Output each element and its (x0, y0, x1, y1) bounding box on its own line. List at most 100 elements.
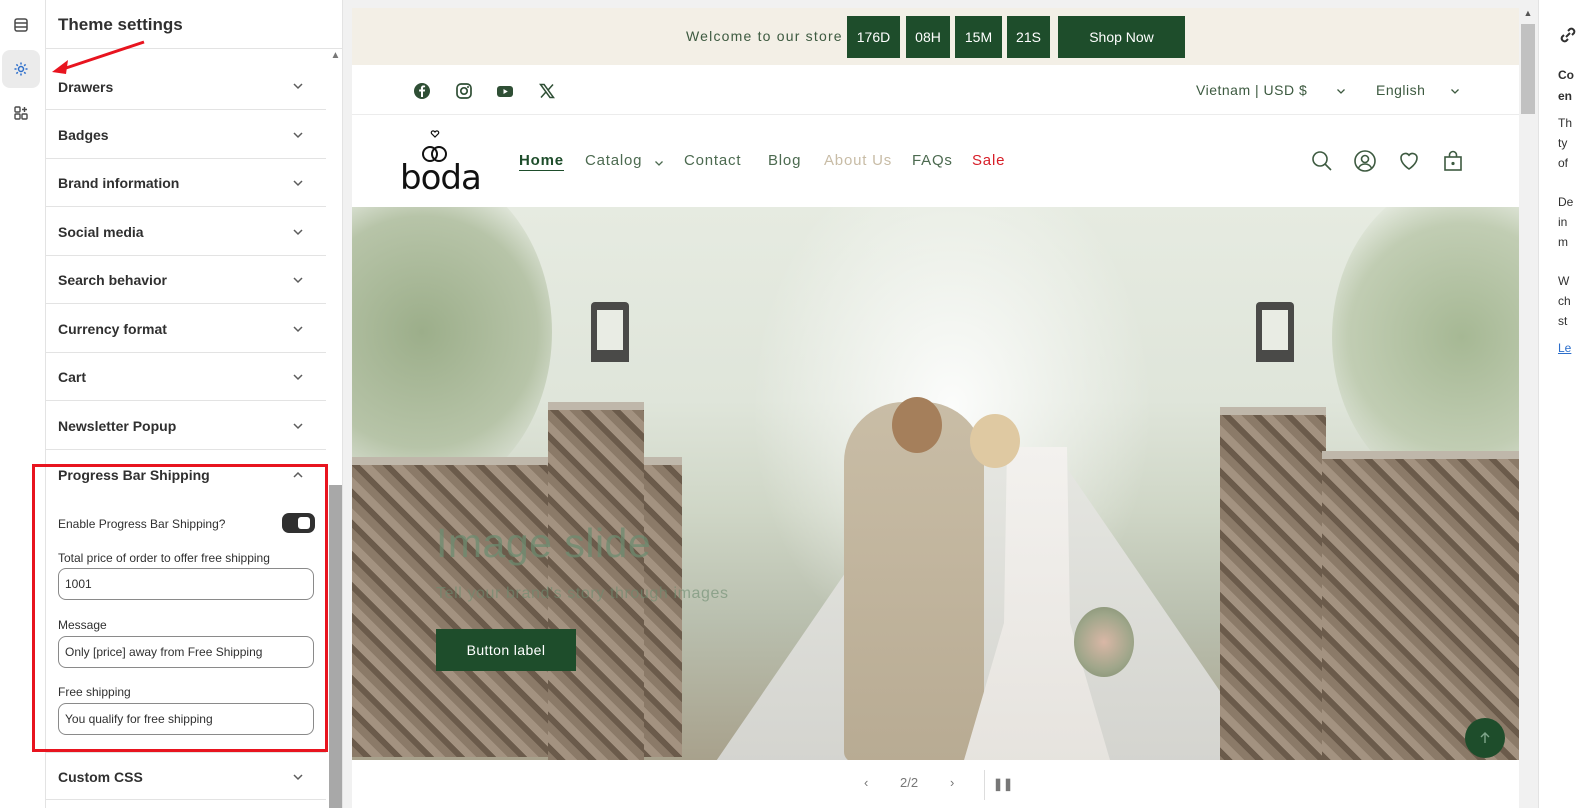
preview-scrollbar-track[interactable] (1519, 8, 1538, 808)
chevron-down-icon (293, 774, 303, 781)
hero-image-bouquet (1074, 607, 1134, 677)
nav-about-us[interactable]: About Us (824, 152, 892, 169)
scroll-up-icon[interactable]: ▲ (329, 50, 342, 64)
hero-image-groom (844, 402, 984, 760)
hero-image-groom-head (892, 397, 942, 453)
x-twitter-icon[interactable] (538, 82, 556, 100)
chevron-down-icon (293, 374, 303, 381)
search-icon[interactable] (1310, 149, 1334, 173)
divider (984, 770, 985, 800)
section-newsletter-popup[interactable]: Newsletter Popup (46, 402, 326, 450)
announcement-bar: Welcome to our store 176D 08H 15M 21S Sh… (352, 8, 1519, 65)
arrow-up-icon (1480, 732, 1490, 743)
hero-image-trees (352, 207, 552, 497)
panel-text: De (1558, 195, 1574, 209)
language-selector[interactable]: English (1376, 82, 1425, 98)
hero-image-bride-head (970, 414, 1020, 468)
countdown-days: 176D (847, 16, 900, 58)
section-label: Newsletter Popup (58, 418, 177, 434)
store-preview: Welcome to our store 176D 08H 15M 21S Sh… (352, 8, 1519, 808)
section-label: Custom CSS (58, 769, 143, 785)
section-label: Brand information (58, 175, 180, 191)
chevron-down-icon (293, 132, 303, 139)
panel-scrollbar-thumb[interactable] (329, 485, 342, 808)
panel-text: Th (1558, 116, 1573, 130)
country-currency-selector[interactable]: Vietnam | USD $ (1196, 82, 1307, 98)
shop-now-button[interactable]: Shop Now (1058, 16, 1185, 58)
facebook-icon[interactable] (413, 82, 431, 100)
panel-title: Theme settings (58, 15, 183, 34)
store-logo[interactable]: boda (400, 128, 482, 202)
right-info-panel: Co en Th ty of De in m W ch st Le (1538, 0, 1586, 808)
chevron-down-icon (655, 161, 663, 166)
slider-controls (352, 760, 1519, 808)
apps-icon[interactable] (2, 94, 40, 132)
section-label: Currency format (58, 321, 167, 337)
hero-image-lamp (1256, 302, 1294, 362)
nav-sale[interactable]: Sale (972, 152, 1005, 169)
cart-bag-icon[interactable] (1441, 149, 1465, 173)
nav-blog[interactable]: Blog (768, 152, 801, 169)
hero-subtitle: Tell your brand's story through images (436, 585, 729, 602)
youtube-icon[interactable] (496, 82, 514, 100)
wishlist-heart-icon[interactable] (1397, 149, 1421, 173)
section-cart[interactable]: Cart (46, 353, 326, 401)
hero-image-pillar (1220, 407, 1326, 760)
panel-text: of (1558, 156, 1569, 170)
section-label: Drawers (58, 79, 114, 95)
hero-image-pillar (548, 402, 644, 760)
section-label: Cart (58, 369, 87, 385)
logo-text: boda (400, 158, 482, 198)
slide-next-button[interactable]: › (950, 775, 954, 790)
panel-text: m (1558, 235, 1568, 249)
section-search-behavior[interactable]: Search behavior (46, 256, 326, 304)
section-currency-format[interactable]: Currency format (46, 305, 326, 353)
nav-faqs[interactable]: FAQs (912, 152, 953, 169)
panel-text: W (1558, 274, 1570, 288)
slide-counter: 2/2 (900, 775, 919, 790)
theme-settings-icon[interactable] (2, 50, 40, 88)
section-custom-css[interactable]: Custom CSS (46, 752, 326, 800)
announcement-text: Welcome to our store (686, 28, 843, 44)
chevron-down-icon (1337, 89, 1345, 94)
hero-title: Image slide (436, 520, 652, 566)
chevron-down-icon (293, 229, 303, 236)
account-icon[interactable] (1353, 149, 1377, 173)
instagram-icon[interactable] (455, 82, 473, 100)
panel-text: ch (1558, 294, 1571, 308)
learn-more-link[interactable]: Le (1558, 341, 1571, 355)
nav-home[interactable]: Home (519, 152, 564, 171)
section-brand-information[interactable]: Brand information (46, 159, 326, 207)
chevron-down-icon (293, 277, 303, 284)
chevron-down-icon (293, 180, 303, 187)
pause-icon[interactable]: ❚❚ (993, 777, 1013, 791)
section-label: Search behavior (58, 272, 167, 288)
hero-image-lamp (591, 302, 629, 362)
countdown-minutes: 15M (955, 16, 1002, 58)
hero-image-wall (1322, 451, 1519, 760)
panel-text: in (1558, 215, 1568, 229)
highlight-annotation (32, 464, 328, 752)
chevron-down-icon (1451, 89, 1459, 94)
chevron-down-icon (293, 326, 303, 333)
panel-text: en (1558, 89, 1573, 103)
back-to-top-button[interactable] (1465, 718, 1505, 758)
hero-button[interactable]: Button label (436, 629, 576, 671)
section-badges[interactable]: Badges (46, 111, 326, 159)
scroll-up-icon[interactable]: ▲ (1521, 8, 1535, 22)
chevron-down-icon (293, 423, 303, 430)
preview-scrollbar-thumb[interactable] (1521, 24, 1535, 114)
section-label: Social media (58, 224, 144, 240)
slide-prev-button[interactable]: ‹ (864, 775, 868, 790)
countdown-hours: 08H (906, 16, 950, 58)
section-social-media[interactable]: Social media (46, 208, 326, 256)
nav-catalog[interactable]: Catalog (585, 152, 642, 169)
chevron-down-icon (293, 83, 303, 90)
sections-icon[interactable] (2, 6, 40, 44)
nav-contact[interactable]: Contact (684, 152, 741, 169)
hero-slideshow: Image slide Tell your brand's story thro… (352, 207, 1519, 760)
panel-text: st (1558, 314, 1568, 328)
panel-text: Co (1558, 68, 1574, 82)
panel-text: ty (1558, 136, 1568, 150)
section-label: Badges (58, 127, 109, 143)
